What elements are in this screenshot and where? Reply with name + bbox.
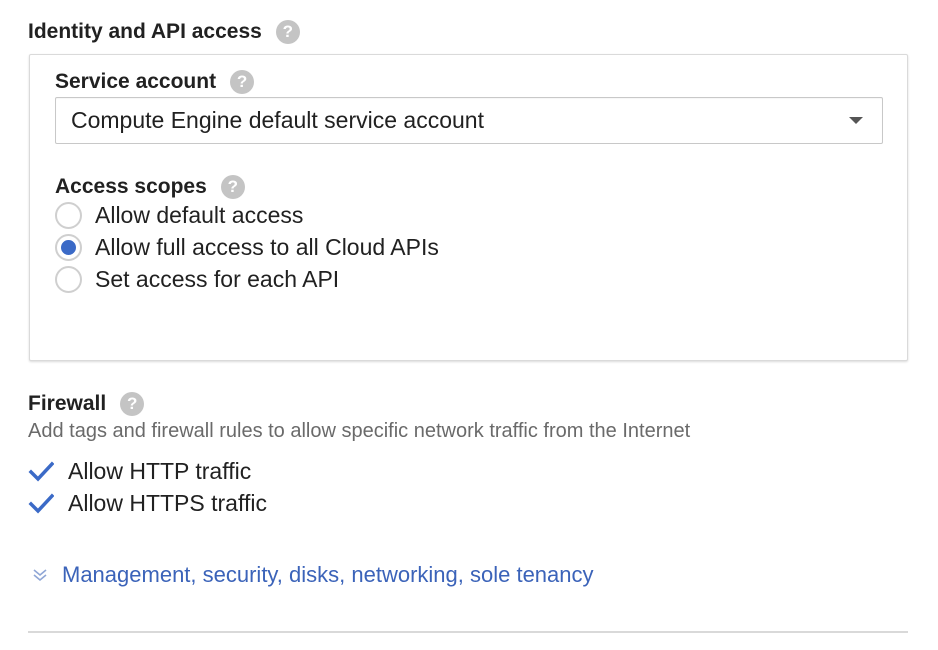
- advanced-options-link[interactable]: Management, security, disks, networking,…: [62, 562, 594, 588]
- radio-allow-default-access[interactable]: Allow default access: [55, 202, 303, 229]
- help-icon[interactable]: ?: [120, 392, 145, 416]
- radio-button[interactable]: [55, 234, 82, 261]
- radio-allow-full-access[interactable]: Allow full access to all Cloud APIs: [55, 234, 439, 261]
- checkbox-label: Allow HTTPS traffic: [68, 490, 267, 516]
- radio-label: Set access for each API: [95, 266, 340, 292]
- access-scopes-label: Access scopes ?: [55, 175, 245, 199]
- firewall-section-title: Firewall ?: [28, 392, 145, 416]
- service-account-label: Service account ?: [55, 70, 255, 94]
- checkbox-label: Allow HTTP traffic: [68, 458, 252, 484]
- service-account-label-text: Service account: [55, 70, 217, 93]
- checkbox-checked-icon[interactable]: [28, 491, 54, 517]
- service-account-select[interactable]: Compute Engine default service account: [55, 97, 883, 144]
- service-account-value: Compute Engine default service account: [71, 107, 484, 133]
- checkbox-checked-icon[interactable]: [28, 459, 54, 485]
- access-scopes-label-text: Access scopes: [55, 175, 207, 198]
- help-icon[interactable]: ?: [230, 70, 255, 94]
- advanced-options-expander[interactable]: Management, security, disks, networking,…: [32, 562, 594, 588]
- vm-create-form: Identity and API access ? Service accoun…: [0, 0, 938, 650]
- dropdown-caret-icon: [849, 117, 863, 124]
- identity-card: Service account ? Compute Engine default…: [29, 54, 908, 361]
- radio-label: Allow default access: [95, 202, 304, 228]
- chevron-down-icon: [32, 568, 48, 582]
- identity-title-text: Identity and API access: [28, 20, 262, 43]
- checkbox-allow-http[interactable]: Allow HTTP traffic: [28, 458, 251, 485]
- radio-set-access-each-api[interactable]: Set access for each API: [55, 266, 339, 293]
- radio-label: Allow full access to all Cloud APIs: [95, 234, 439, 260]
- firewall-title-text: Firewall: [28, 392, 107, 415]
- help-icon[interactable]: ?: [275, 20, 300, 44]
- firewall-description: Add tags and firewall rules to allow spe…: [28, 420, 691, 442]
- radio-button[interactable]: [55, 266, 82, 293]
- radio-button[interactable]: [55, 202, 82, 229]
- help-icon[interactable]: ?: [220, 175, 245, 199]
- divider: [28, 631, 908, 633]
- checkbox-allow-https[interactable]: Allow HTTPS traffic: [28, 490, 267, 517]
- identity-section-title: Identity and API access ?: [28, 20, 300, 44]
